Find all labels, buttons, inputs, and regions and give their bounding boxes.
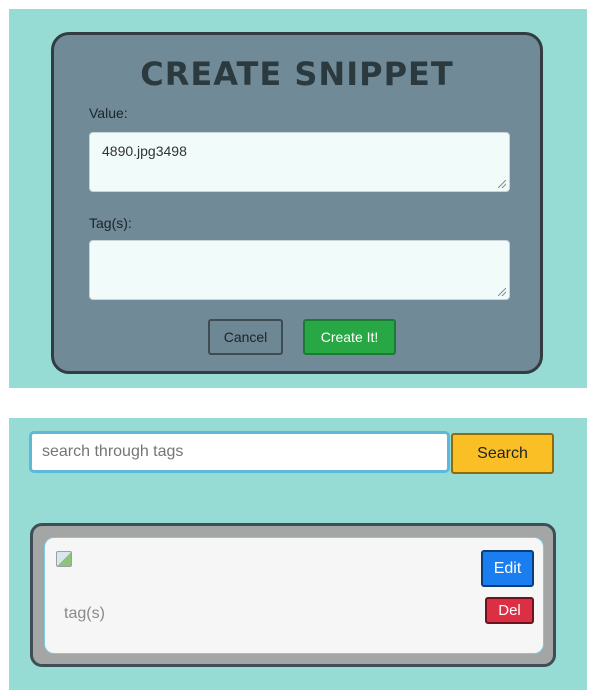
snippet-tags: tag(s) [64,605,105,622]
cancel-button[interactable]: Cancel [208,319,283,355]
snippet-card-body: tag(s) Edit Del [44,537,544,654]
value-label: Value: [89,105,128,121]
snippets-panel: Search tag(s) Edit Del [9,418,587,690]
delete-button[interactable]: Del [485,597,534,624]
create-snippet-panel: CREATE SNIPPET Value: 4890.jpg3498 Tag(s… [9,9,587,388]
create-snippet-modal: CREATE SNIPPET Value: 4890.jpg3498 Tag(s… [51,32,543,374]
tags-textarea[interactable] [89,240,510,300]
edit-button[interactable]: Edit [481,550,534,587]
broken-image-icon [56,551,72,567]
search-input[interactable] [29,431,450,473]
resize-grip-icon[interactable] [498,180,506,188]
resize-grip-icon[interactable] [498,288,506,296]
tags-label: Tag(s): [89,215,132,231]
snippet-card: tag(s) Edit Del [30,523,556,667]
search-button[interactable]: Search [451,433,554,474]
value-text: 4890.jpg3498 [102,143,187,159]
create-it-button[interactable]: Create It! [303,319,396,355]
value-textarea[interactable]: 4890.jpg3498 [89,132,510,192]
modal-title: CREATE SNIPPET [140,55,454,93]
